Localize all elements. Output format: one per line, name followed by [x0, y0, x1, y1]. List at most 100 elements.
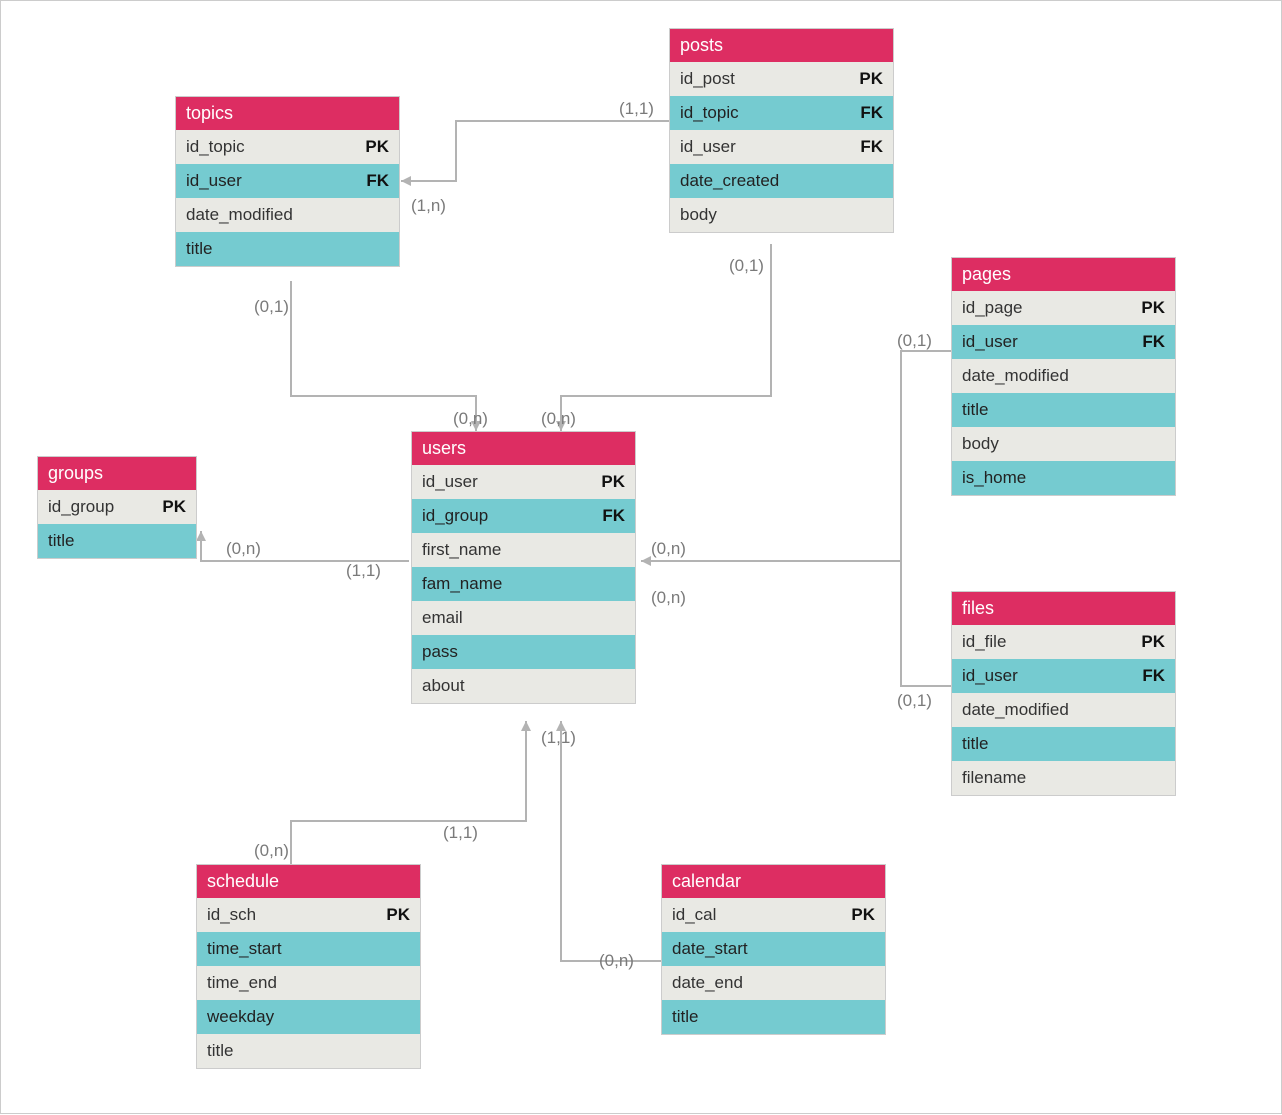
field-name: date_start: [672, 939, 748, 959]
field-key: PK: [386, 905, 410, 925]
cardinality-label: (0,1): [897, 691, 932, 711]
field-name: fam_name: [422, 574, 502, 594]
field-name: id_sch: [207, 905, 256, 925]
table-row: id_groupFK: [412, 499, 635, 533]
field-key: PK: [365, 137, 389, 157]
cardinality-label: (1,1): [443, 823, 478, 843]
table-row: body: [952, 427, 1175, 461]
field-name: id_cal: [672, 905, 716, 925]
field-name: id_user: [680, 137, 736, 157]
table-row: first_name: [412, 533, 635, 567]
table-row: id_sch PK: [197, 898, 420, 932]
field-name: about: [422, 676, 465, 696]
table-row: date_start: [662, 932, 885, 966]
table-row: title: [952, 727, 1175, 761]
field-name: is_home: [962, 468, 1026, 488]
table-row: fam_name: [412, 567, 635, 601]
table-row: date_modified: [952, 359, 1175, 393]
field-name: time_start: [207, 939, 282, 959]
entity-title: schedule: [207, 871, 279, 891]
field-name: date_modified: [962, 700, 1069, 720]
entity-posts[interactable]: posts id_post PK id_topic FK id_user FK dat…: [669, 28, 894, 233]
field-name: id_topic: [186, 137, 245, 157]
table-row: title: [38, 524, 196, 558]
field-name: first_name: [422, 540, 501, 560]
entity-title: groups: [48, 463, 103, 483]
er-diagram-canvas: topics id_topic PK id_user FK date_modifie…: [0, 0, 1282, 1114]
cardinality-label: (0,1): [897, 331, 932, 351]
entity-schedule[interactable]: schedule id_sch PK time_start time_end we…: [196, 864, 421, 1069]
field-name: date_modified: [186, 205, 293, 225]
table-row: date_created: [670, 164, 893, 198]
field-name: pass: [422, 642, 458, 662]
table-row: title: [952, 393, 1175, 427]
table-row: time_start: [197, 932, 420, 966]
table-row: body: [670, 198, 893, 232]
table-row: pass: [412, 635, 635, 669]
entity-calendar[interactable]: calendar id_calPK date_start date_end ti…: [661, 864, 886, 1035]
field-name: id_group: [422, 506, 488, 526]
table-row: date_modified: [176, 198, 399, 232]
field-name: date_created: [680, 171, 779, 191]
entity-users[interactable]: users id_userPK id_groupFK first_name fa…: [411, 431, 636, 704]
table-row: id_groupPK: [38, 490, 196, 524]
entity-header: files: [952, 592, 1175, 625]
entity-groups[interactable]: groups id_groupPK title: [37, 456, 197, 559]
entity-pages[interactable]: pages id_pagePK id_userFK date_modified …: [951, 257, 1176, 496]
field-key: PK: [859, 69, 883, 89]
table-row: id_user FK: [670, 130, 893, 164]
table-row: id_topic PK: [176, 130, 399, 164]
table-row: title: [662, 1000, 885, 1034]
field-name: title: [962, 400, 988, 420]
field-name: id_user: [186, 171, 242, 191]
cardinality-label: (0,n): [651, 588, 686, 608]
field-name: title: [207, 1041, 233, 1061]
cardinality-label: (0,n): [226, 539, 261, 559]
table-row: date_modified: [952, 693, 1175, 727]
entity-files[interactable]: files id_filePK id_userFK date_modified …: [951, 591, 1176, 796]
table-row: weekday: [197, 1000, 420, 1034]
field-name: id_user: [422, 472, 478, 492]
entity-header: posts: [670, 29, 893, 62]
field-name: id_topic: [680, 103, 739, 123]
field-name: id_group: [48, 497, 114, 517]
entity-topics[interactable]: topics id_topicPK id_userFK date_modifie…: [175, 96, 400, 267]
field-name: body: [962, 434, 999, 454]
field-name: id_user: [962, 332, 1018, 352]
table-row: time_end: [197, 966, 420, 1000]
field-name: date_end: [672, 973, 743, 993]
cardinality-label: (1,1): [541, 728, 576, 748]
cardinality-label: (0,1): [729, 256, 764, 276]
table-row: title: [176, 232, 399, 266]
table-row: id_user FK: [952, 325, 1175, 359]
table-row: is_home: [952, 461, 1175, 495]
entity-title: files: [962, 598, 994, 618]
field-name: id_post: [680, 69, 735, 89]
table-row: title: [197, 1034, 420, 1068]
field-key: FK: [1142, 332, 1165, 352]
table-row: about: [412, 669, 635, 703]
entity-title: posts: [680, 35, 723, 55]
table-row: id_calPK: [662, 898, 885, 932]
cardinality-label: (0,n): [541, 409, 576, 429]
table-row: id_post PK: [670, 62, 893, 96]
cardinality-label: (1,1): [619, 99, 654, 119]
entity-title: pages: [962, 264, 1011, 284]
entity-title: topics: [186, 103, 233, 123]
field-key: PK: [601, 472, 625, 492]
cardinality-label: (0,n): [453, 409, 488, 429]
field-name: time_end: [207, 973, 277, 993]
field-name: id_page: [962, 298, 1023, 318]
table-row: filename: [952, 761, 1175, 795]
field-key: FK: [860, 137, 883, 157]
table-row: id_topic FK: [670, 96, 893, 130]
field-key: PK: [1141, 632, 1165, 652]
entity-title: calendar: [672, 871, 741, 891]
field-name: email: [422, 608, 463, 628]
field-name: title: [48, 531, 74, 551]
field-name: body: [680, 205, 717, 225]
cardinality-label: (0,n): [651, 539, 686, 559]
field-name: id_file: [962, 632, 1006, 652]
field-key: FK: [860, 103, 883, 123]
field-name: title: [962, 734, 988, 754]
